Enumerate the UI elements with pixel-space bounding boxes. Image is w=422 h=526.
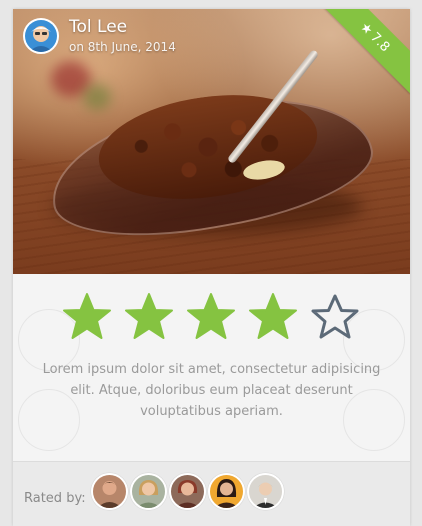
rater-avatar[interactable] xyxy=(130,473,167,510)
rated-by-footer: Rated by: xyxy=(13,461,410,526)
star-filled-icon xyxy=(63,293,111,339)
rater-avatar[interactable] xyxy=(247,473,284,510)
star-filled-icon xyxy=(187,293,235,339)
person-avatar-icon xyxy=(132,475,165,508)
star-filled-icon xyxy=(125,293,173,339)
post-date: on 8th June, 2014 xyxy=(69,40,176,54)
user-avatar-icon xyxy=(25,20,57,52)
person-avatar-icon xyxy=(93,475,126,508)
star-1[interactable] xyxy=(61,292,113,342)
star-filled-icon xyxy=(249,293,297,339)
person-avatar-icon xyxy=(210,475,243,508)
person-avatar-icon xyxy=(249,475,282,508)
star-4[interactable] xyxy=(247,292,299,342)
person-avatar-icon xyxy=(171,475,204,508)
rating-score: 7.8 xyxy=(367,29,393,55)
star-2[interactable] xyxy=(123,292,175,342)
star-rating[interactable] xyxy=(61,292,361,342)
rater-avatar[interactable] xyxy=(169,473,206,510)
star-3[interactable] xyxy=(185,292,237,342)
rater-avatar[interactable] xyxy=(208,473,245,510)
post-description: Lorem ipsum dolor sit amet, consectetur … xyxy=(42,362,381,419)
star-empty-icon xyxy=(311,294,359,339)
author-avatar[interactable] xyxy=(23,18,59,54)
photo-bg-blur xyxy=(83,84,111,110)
author-name[interactable]: Tol Lee xyxy=(69,17,127,37)
star-5[interactable] xyxy=(309,292,361,342)
rating-ribbon: ★ 7.8 xyxy=(318,9,410,94)
rated-by-label: Rated by: xyxy=(24,491,86,506)
food-photo[interactable]: Tol Lee on 8th June, 2014 ★ 7.8 xyxy=(13,9,410,274)
rater-avatar[interactable] xyxy=(91,473,128,510)
post-card: Tol Lee on 8th June, 2014 ★ 7.8 Lorem ip… xyxy=(13,9,410,526)
